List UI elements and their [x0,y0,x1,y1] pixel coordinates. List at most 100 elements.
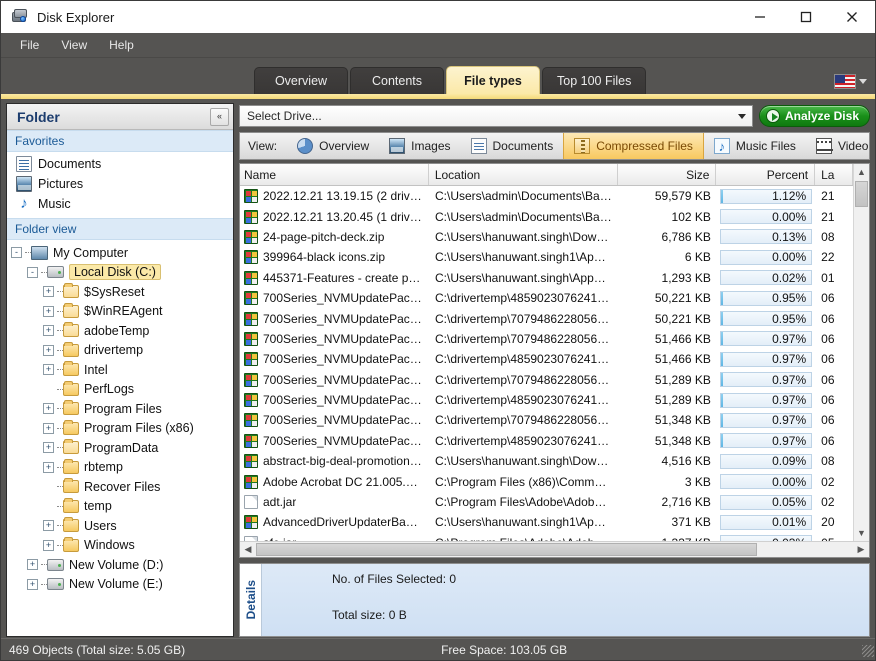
table-row[interactable]: 700Series_NVMUpdatePackage_...C:\drivert… [240,370,853,390]
table-row[interactable]: 700Series_NVMUpdatePackage_...C:\drivert… [240,349,853,369]
column-header-size[interactable]: Size [618,164,717,185]
vertical-scroll-thumb[interactable] [855,181,868,207]
percent-text: 0.02% [772,271,806,285]
table-row[interactable]: 700Series_NVMUpdatePackage_...C:\drivert… [240,308,853,328]
favorite-item-pictures[interactable]: Pictures [7,174,233,194]
column-header-percent[interactable]: Percent [716,164,815,185]
file-list-rows[interactable]: 2022.12.21 13.19.15 (2 driver(s))...C:\U… [240,186,853,541]
tree-item[interactable]: -Local Disk (C:) [7,263,233,283]
language-selector[interactable] [834,74,867,89]
tree-item[interactable]: +$SysReset [7,282,233,302]
table-row[interactable]: afe.jarC:\Program Files\Adobe\Adobe A...… [240,533,853,541]
tree-item[interactable]: +Users [7,516,233,536]
expand-node-icon[interactable]: + [43,540,54,551]
table-row[interactable]: 445371-Features - create pdf.zipC:\Users… [240,268,853,288]
view-button-music-files[interactable]: ♪ Music Files [704,133,806,159]
details-tab[interactable]: Details [240,564,262,636]
close-icon[interactable] [829,1,875,33]
maximize-icon[interactable] [783,1,829,33]
view-button-overview[interactable]: Overview [287,133,379,159]
expand-node-icon[interactable]: + [43,345,54,356]
table-row[interactable]: 2022.12.21 13.19.15 (2 driver(s))...C:\U… [240,186,853,206]
menu-item-help[interactable]: Help [98,35,145,55]
view-button-video-files[interactable]: Video Files [806,133,870,159]
file-list: Name Location Size Percent La 2022.12.21… [239,163,870,558]
expand-node-icon[interactable]: + [43,364,54,375]
table-row[interactable]: 700Series_NVMUpdatePackage_...C:\drivert… [240,431,853,451]
table-row[interactable]: Adobe Acrobat DC 21.005.2006...C:\Progra… [240,471,853,491]
menu-item-view[interactable]: View [50,35,98,55]
tab-contents[interactable]: Contents [350,67,444,94]
table-row[interactable]: 399964-black icons.zipC:\Users\hanuwant.… [240,247,853,267]
tree-item[interactable]: +Windows [7,536,233,556]
tree-spacer [43,384,54,395]
tree-item[interactable]: PerfLogs [7,380,233,400]
drive-select[interactable]: Select Drive... [239,105,753,127]
scroll-right-icon[interactable]: ▶ [853,542,869,557]
expand-node-icon[interactable]: + [43,306,54,317]
favorite-item-music[interactable]: ♪ Music [7,194,233,214]
vertical-scrollbar[interactable]: ▲ ▼ [853,164,869,541]
tree-item[interactable]: Recover Files [7,477,233,497]
drive-icon [47,559,64,571]
view-button-images[interactable]: Images [379,133,460,159]
table-row[interactable]: 700Series_NVMUpdatePackage_...C:\drivert… [240,410,853,430]
analyze-disk-button[interactable]: Analyze Disk [759,105,870,127]
tree-item[interactable]: temp [7,497,233,517]
expand-node-icon[interactable]: + [43,520,54,531]
horizontal-scrollbar[interactable]: ◀ ▶ [240,541,869,557]
scroll-up-icon[interactable]: ▲ [854,164,870,180]
expand-node-icon[interactable]: + [27,559,38,570]
tree-item[interactable]: +adobeTemp [7,321,233,341]
favorite-item-documents[interactable]: Documents [7,154,233,174]
table-row[interactable]: 700Series_NVMUpdatePackage_...C:\drivert… [240,288,853,308]
tree-item[interactable]: + Program Files (x86) [7,419,233,439]
folder-tree[interactable]: -My Computer-Local Disk (C:)+$SysReset+$… [7,240,233,636]
expand-node-icon[interactable]: + [43,442,54,453]
tree-item[interactable]: +New Volume (E:) [7,575,233,595]
tree-item[interactable]: +New Volume (D:) [7,555,233,575]
tree-item-label: Program Files (x86) [84,421,194,435]
expand-node-icon[interactable]: + [43,286,54,297]
tree-item[interactable]: +ProgramData [7,438,233,458]
cell-size: 1,293 KB [618,271,717,285]
horizontal-scroll-thumb[interactable] [256,543,757,556]
tab-file-types[interactable]: File types [446,66,540,94]
expand-node-icon[interactable]: + [43,403,54,414]
table-row[interactable]: 24-page-pitch-deck.zipC:\Users\hanuwant.… [240,227,853,247]
table-row[interactable]: 2022.12.21 13.20.45 (1 driver(s))...C:\U… [240,206,853,226]
table-row[interactable]: abstract-big-deal-promotion-b...C:\Users… [240,451,853,471]
tree-item[interactable]: +$WinREAgent [7,302,233,322]
minimize-icon[interactable] [737,1,783,33]
table-row[interactable]: 700Series_NVMUpdatePackage_...C:\drivert… [240,329,853,349]
tree-item[interactable]: +rbtemp [7,458,233,478]
collapse-node-icon[interactable]: - [27,267,38,278]
column-header-location[interactable]: Location [429,164,618,185]
expand-node-icon[interactable]: + [43,423,54,434]
expand-node-icon[interactable]: + [27,579,38,590]
column-header-last-modified[interactable]: La [815,164,853,185]
tree-item[interactable]: +drivertemp [7,341,233,361]
tab-overview[interactable]: Overview [254,67,348,94]
table-row[interactable]: AdvancedDriverUpdaterBackup...C:\Users\h… [240,512,853,532]
menu-item-file[interactable]: File [9,35,50,55]
table-row[interactable]: adt.jarC:\Program Files\Adobe\Adobe A...… [240,492,853,512]
horizontal-scroll-track[interactable] [256,542,853,557]
table-row[interactable]: 700Series_NVMUpdatePackage_...C:\drivert… [240,390,853,410]
view-button-documents[interactable]: Documents [461,133,564,159]
collapse-panel-button[interactable]: « [210,108,229,126]
tree-item[interactable]: +Intel [7,360,233,380]
resize-grip-icon[interactable] [862,645,874,657]
tab-top-100-files[interactable]: Top 100 Files [542,67,646,94]
view-button-compressed-files[interactable]: Compressed Files [563,133,704,159]
expand-node-icon[interactable]: + [43,462,54,473]
tree-item[interactable]: +Program Files [7,399,233,419]
folder-icon [63,422,79,435]
scroll-down-icon[interactable]: ▼ [854,525,870,541]
collapse-node-icon[interactable]: - [11,247,22,258]
column-header-name[interactable]: Name [240,164,429,185]
scroll-left-icon[interactable]: ◀ [240,542,256,557]
expand-node-icon[interactable]: + [43,325,54,336]
tree-item[interactable]: -My Computer [7,243,233,263]
drive-icon [47,578,64,590]
